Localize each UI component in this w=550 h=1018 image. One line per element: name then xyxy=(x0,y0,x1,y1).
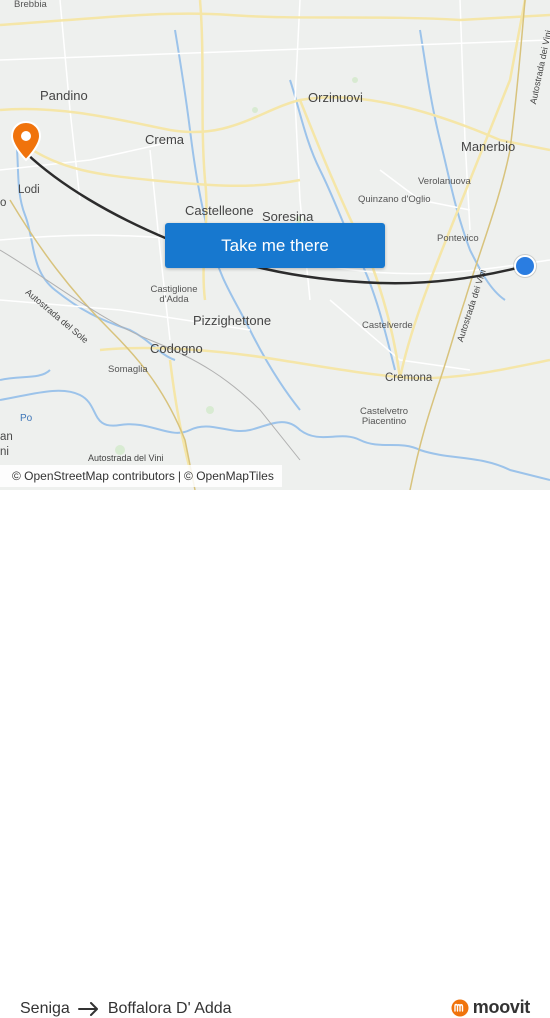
attribution-separator: | xyxy=(177,469,182,483)
destination-name: Boffalora D' Adda xyxy=(107,1000,232,1017)
destination-pin-icon[interactable] xyxy=(9,120,43,162)
origin-dot-icon[interactable] xyxy=(514,255,536,277)
take-me-there-button[interactable]: Take me there xyxy=(165,223,385,268)
origin-name: Seniga xyxy=(20,1000,70,1017)
footer: Seniga Boffalora D' Adda moovit xyxy=(0,490,550,1017)
openmaptiles-attribution-link[interactable]: © OpenMapTiles xyxy=(184,469,274,483)
arrow-right-icon xyxy=(77,1002,98,1016)
map[interactable]: Pandino Crema Orzinuovi Manerbio Lodi Ca… xyxy=(0,0,550,490)
osm-attribution-link[interactable]: © OpenStreetMap contributors xyxy=(12,469,175,483)
map-attribution: © OpenStreetMap contributors | © OpenMap… xyxy=(0,465,282,487)
brand-name: moovit xyxy=(472,997,531,1017)
route-title: Seniga Boffalora D' Adda xyxy=(20,1000,232,1018)
moovit-brand[interactable]: moovit xyxy=(451,997,530,1018)
moovit-logo-icon xyxy=(451,999,469,1016)
